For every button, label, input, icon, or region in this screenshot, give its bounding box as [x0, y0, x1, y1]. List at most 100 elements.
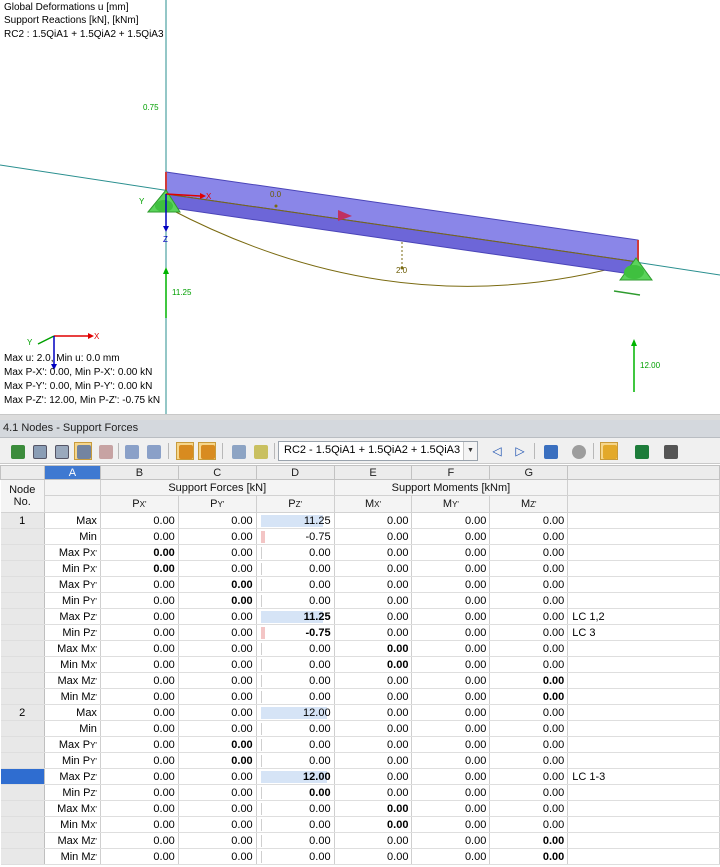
value-cell-mz[interactable]: 0.00 — [489, 640, 569, 657]
value-cell-mx[interactable]: 0.00 — [334, 640, 413, 657]
result-type-cell[interactable]: Min PZ' — [44, 784, 101, 801]
value-cell-mx[interactable]: 0.00 — [334, 704, 413, 721]
load-case-cell[interactable] — [567, 688, 720, 705]
value-cell-my[interactable]: 0.00 — [411, 608, 491, 625]
value-cell-mz[interactable]: 0.00 — [489, 560, 569, 577]
result-type-cell[interactable]: Min PX' — [44, 560, 101, 577]
value-cell-my[interactable]: 0.00 — [411, 544, 491, 561]
value-cell-my[interactable]: 0.00 — [411, 688, 491, 705]
search-icon[interactable] — [569, 442, 587, 460]
value-cell-my[interactable]: 0.00 — [411, 752, 491, 769]
load-case-cell[interactable]: LC 1-3 — [567, 768, 720, 785]
node-number-cell[interactable] — [0, 736, 45, 753]
load-case-cell[interactable] — [567, 656, 720, 673]
value-cell-mx[interactable]: 0.00 — [334, 672, 413, 689]
node-number-cell[interactable] — [0, 832, 45, 849]
value-cell-pz[interactable]: 0.00 — [256, 784, 335, 801]
value-cell-px[interactable]: 0.00 — [100, 672, 179, 689]
table-row[interactable]: Max PY' 0.00 0.00 0.00 0.00 0.00 0.00 — [0, 576, 720, 593]
value-cell-py[interactable]: 0.00 — [178, 560, 257, 577]
result-type-cell[interactable]: Max — [44, 704, 101, 721]
result-type-cell[interactable]: Max PZ' — [44, 608, 101, 625]
value-cell-pz[interactable]: 0.00 — [256, 544, 335, 561]
load-case-cell[interactable] — [567, 848, 720, 865]
table-chart-icon[interactable] — [96, 442, 114, 460]
funnel-icon[interactable] — [541, 442, 559, 460]
value-cell-mx[interactable]: 0.00 — [334, 784, 413, 801]
value-cell-pz[interactable]: 0.00 — [256, 656, 335, 673]
filter-1-icon[interactable] — [176, 442, 194, 460]
value-cell-px[interactable]: 0.00 — [100, 736, 179, 753]
value-cell-px[interactable]: 0.00 — [100, 624, 179, 641]
table-row[interactable]: 2 Max 0.00 0.00 12.00 0.00 0.00 0.00 — [0, 704, 720, 721]
value-cell-py[interactable]: 0.00 — [178, 592, 257, 609]
value-cell-py[interactable]: 0.00 — [178, 800, 257, 817]
value-cell-mz[interactable]: 0.00 — [489, 736, 569, 753]
table-row[interactable]: Min MZ' 0.00 0.00 0.00 0.00 0.00 0.00 — [0, 848, 720, 865]
nav-prev-table-icon[interactable] — [122, 442, 140, 460]
value-cell-mz[interactable]: 0.00 — [489, 544, 569, 561]
load-case-cell[interactable] — [567, 704, 720, 721]
node-number-cell[interactable] — [0, 608, 45, 625]
value-cell-py[interactable]: 0.00 — [178, 848, 257, 865]
value-cell-mz[interactable]: 0.00 — [489, 768, 569, 785]
value-cell-py[interactable]: 0.00 — [178, 608, 257, 625]
value-cell-mz[interactable]: 0.00 — [489, 672, 569, 689]
load-case-cell[interactable] — [567, 752, 720, 769]
value-cell-my[interactable]: 0.00 — [411, 560, 491, 577]
table-row[interactable]: Min MX' 0.00 0.00 0.00 0.00 0.00 0.00 — [0, 816, 720, 833]
load-case-cell[interactable] — [567, 784, 720, 801]
value-cell-my[interactable]: 0.00 — [411, 736, 491, 753]
value-cell-px[interactable]: 0.00 — [100, 688, 179, 705]
value-cell-px[interactable]: 0.00 — [100, 592, 179, 609]
load-case-cell[interactable] — [567, 512, 720, 529]
value-cell-mz[interactable]: 0.00 — [489, 720, 569, 737]
value-cell-pz[interactable]: -0.75 — [256, 528, 335, 545]
value-cell-px[interactable]: 0.00 — [100, 656, 179, 673]
column-header-c[interactable]: C — [177, 465, 257, 480]
result-type-cell[interactable]: Min MX' — [44, 816, 101, 833]
node-number-cell[interactable] — [0, 688, 45, 705]
value-cell-pz[interactable]: 11.25 — [256, 512, 335, 529]
value-cell-mz[interactable]: 0.00 — [489, 576, 569, 593]
value-cell-mz[interactable]: 0.00 — [489, 848, 569, 865]
value-cell-mx[interactable]: 0.00 — [334, 816, 413, 833]
value-cell-my[interactable]: 0.00 — [411, 704, 491, 721]
column-header-f[interactable]: F — [411, 465, 491, 480]
value-cell-py[interactable]: 0.00 — [178, 640, 257, 657]
value-cell-py[interactable]: 0.00 — [178, 528, 257, 545]
node-number-cell[interactable] — [0, 848, 45, 865]
value-cell-mz[interactable]: 0.00 — [489, 688, 569, 705]
value-cell-py[interactable]: 0.00 — [178, 544, 257, 561]
excel-export-icon[interactable] — [8, 442, 26, 460]
table-row[interactable]: Min PZ' 0.00 0.00 -0.75 0.00 0.00 0.00 LC 3 — [0, 624, 720, 641]
value-cell-pz[interactable]: 0.00 — [256, 640, 335, 657]
value-cell-px[interactable]: 0.00 — [100, 768, 179, 785]
result-type-cell[interactable]: Max PY' — [44, 576, 101, 593]
result-type-cell[interactable]: Min PY' — [44, 752, 101, 769]
excel-icon[interactable] — [632, 442, 650, 460]
value-cell-mz[interactable]: 0.00 — [489, 656, 569, 673]
grid-icon[interactable] — [229, 442, 247, 460]
value-cell-pz[interactable]: 0.00 — [256, 848, 335, 865]
column-header-d[interactable]: D — [255, 465, 335, 480]
node-number-cell[interactable] — [0, 768, 45, 785]
node-number-cell[interactable] — [0, 816, 45, 833]
value-cell-my[interactable]: 0.00 — [411, 624, 491, 641]
value-cell-px[interactable]: 0.00 — [100, 576, 179, 593]
value-cell-mx[interactable]: 0.00 — [334, 656, 413, 673]
value-cell-py[interactable]: 0.00 — [178, 736, 257, 753]
value-cell-py[interactable]: 0.00 — [178, 720, 257, 737]
value-cell-px[interactable]: 0.00 — [100, 816, 179, 833]
table-row[interactable]: Max PZ' 0.00 0.00 11.25 0.00 0.00 0.00 LC 1,2 — [0, 608, 720, 625]
calculator-icon[interactable] — [661, 442, 679, 460]
value-cell-pz[interactable]: 0.00 — [256, 672, 335, 689]
value-cell-px[interactable]: 0.00 — [100, 512, 179, 529]
value-cell-my[interactable]: 0.00 — [411, 592, 491, 609]
node-number-cell[interactable] — [0, 752, 45, 769]
node-number-cell[interactable] — [0, 544, 45, 561]
value-cell-pz[interactable]: 12.00 — [256, 768, 335, 785]
value-cell-mx[interactable]: 0.00 — [334, 544, 413, 561]
value-cell-mz[interactable]: 0.00 — [489, 816, 569, 833]
table-row[interactable]: Max MZ' 0.00 0.00 0.00 0.00 0.00 0.00 — [0, 832, 720, 849]
